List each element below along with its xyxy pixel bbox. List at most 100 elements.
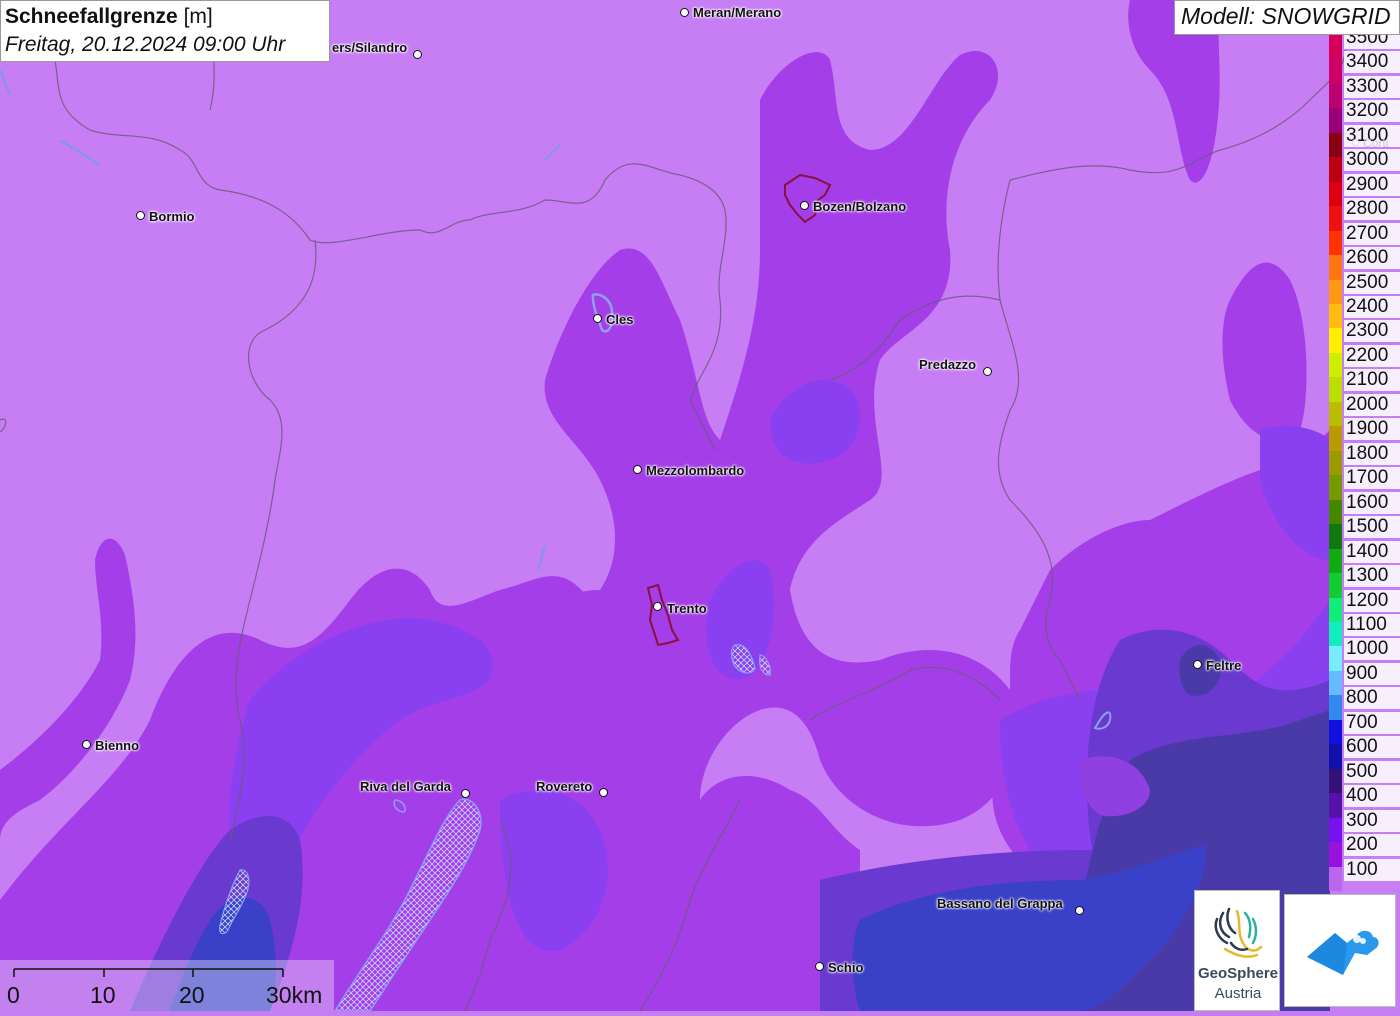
legend-label: 500 [1344,760,1400,783]
city-label-bolzano: Bozen/Bolzano [813,199,907,214]
city-dot-bienno[interactable] [82,740,91,749]
legend-row: 2700 [1329,220,1400,256]
legend-row: 1100 [1329,611,1400,647]
title-unit: [m] [183,5,213,28]
map-canvas [0,0,1400,1012]
legend-label: 1700 [1344,467,1400,490]
city-dot-riva[interactable] [461,789,470,798]
city-dot-trento[interactable] [653,602,662,611]
legend-row: 200 [1329,831,1400,867]
legend-label: 2100 [1344,369,1400,392]
legend-label: 2600 [1344,247,1400,270]
forecast-datetime: Freitag, 20.12.2024 09:00 Uhr [5,33,286,56]
color-legend: 3500 3400 3300 3200 3100 3000 2900 2800 2700 2600… [1329,35,1400,891]
legend-label: 300 [1344,809,1400,832]
app-logo[interactable] [1284,894,1396,1007]
legend-label: 1300 [1344,565,1400,588]
city-dot-bormio[interactable] [136,211,145,220]
legend-label: 2500 [1344,271,1400,294]
city-dot-meran[interactable] [680,8,689,17]
legend-label: 3200 [1344,100,1400,123]
legend-row: 1300 [1329,562,1400,598]
legend-row: 600 [1329,733,1400,769]
legend-label: 1100 [1344,613,1400,636]
legend-label: 400 [1344,785,1400,808]
geosphere-name: GeoSphere [1197,965,1279,982]
city-dot-rovereto[interactable] [599,788,608,797]
legend-row: 2300 [1329,317,1400,353]
city-dot-mezzolombardo[interactable] [633,465,642,474]
city-dot-feltre[interactable] [1193,660,1202,669]
legend-label: 3000 [1344,149,1400,172]
legend-row: 2500 [1329,269,1400,305]
legend-swatch [1329,866,1342,891]
legend-label: 2300 [1344,320,1400,343]
legend-row: 1800 [1329,440,1400,476]
legend-label: 1900 [1344,418,1400,441]
map-title-box: Schneefallgrenze [m] Freitag, 20.12.2024… [0,0,330,62]
legend-row: 700 [1329,709,1400,745]
legend-label: 1400 [1344,540,1400,563]
geosphere-emblem-icon [1214,907,1263,958]
legend-row: 3500 [1329,35,1400,60]
legend-row: 1600 [1329,489,1400,525]
city-dot-cortina[interactable] [1352,139,1359,146]
legend-row: 2000 [1329,391,1400,427]
legend-label: 100 [1344,858,1400,881]
legend-row: 1200 [1329,587,1400,622]
scale-label-20: 20 [179,982,205,1008]
city-dot-predazzo[interactable] [983,367,992,376]
city-dot-cles[interactable] [593,314,602,323]
legend-row: 1900 [1329,415,1400,451]
legend-row: 1500 [1329,513,1400,549]
legend-row: 400 [1329,782,1400,818]
city-label-feltre: Feltre [1206,658,1242,673]
scale-label-30km: 30km [266,982,323,1008]
geosphere-country: Austria [1214,985,1262,1002]
city-label-meran: Meran/Merano [693,5,782,20]
legend-label: 3500 [1344,35,1400,49]
legend-label: 2400 [1344,296,1400,319]
legend-label: 700 [1344,711,1400,734]
legend-row: 2400 [1329,293,1400,329]
legend-row: 3400 [1329,48,1400,84]
city-label-predazzo: Predazzo [919,357,977,372]
legend-label: 1000 [1344,638,1400,661]
city-label-mezzolombardo: Mezzolombardo [646,463,745,478]
legend-label: 1200 [1344,589,1400,612]
legend-row: 1700 [1329,464,1400,500]
legend-label: 3300 [1344,75,1400,98]
legend-row: 800 [1329,684,1400,720]
legend-label: 800 [1344,687,1400,710]
legend-row: 3300 [1329,73,1400,109]
legend-row: 900 [1329,660,1400,696]
city-label-trento: Trento [667,601,707,616]
legend-row: 2100 [1329,366,1400,402]
legend-label: 2200 [1344,344,1400,367]
legend-label: 200 [1344,834,1400,857]
scale-bar: 0 10 20 30km [0,960,334,1011]
city-dot-schio[interactable] [815,962,824,971]
legend-row: 500 [1329,758,1400,794]
legend-row: 2600 [1329,244,1400,280]
title-text: Schneefallgrenze [5,5,178,28]
geosphere-logo[interactable]: GeoSphere Austria [1194,890,1280,1011]
legend-label: 900 [1344,662,1400,685]
scale-label-10: 10 [90,982,116,1008]
city-dot-silandro[interactable] [413,50,422,59]
city-label-silandro: ers/Silandro [332,40,408,55]
legend-label: 1600 [1344,491,1400,514]
legend-label: 2000 [1344,393,1400,416]
city-dot-bassano[interactable] [1075,906,1084,915]
city-dot-bolzano[interactable] [800,201,809,210]
scale-label-0: 0 [7,982,20,1008]
legend-row: 2800 [1329,195,1400,231]
legend-row: 2900 [1329,171,1400,207]
legend-row: 2200 [1329,342,1400,378]
legend-row: 1400 [1329,538,1400,574]
city-label-cortina: Corti [1363,136,1389,150]
city-label-bienno: Bienno [95,738,140,753]
city-label-rovereto: Rovereto [536,779,593,794]
legend-row: 1000 [1329,635,1400,671]
snowfall-map[interactable] [0,0,1400,1012]
